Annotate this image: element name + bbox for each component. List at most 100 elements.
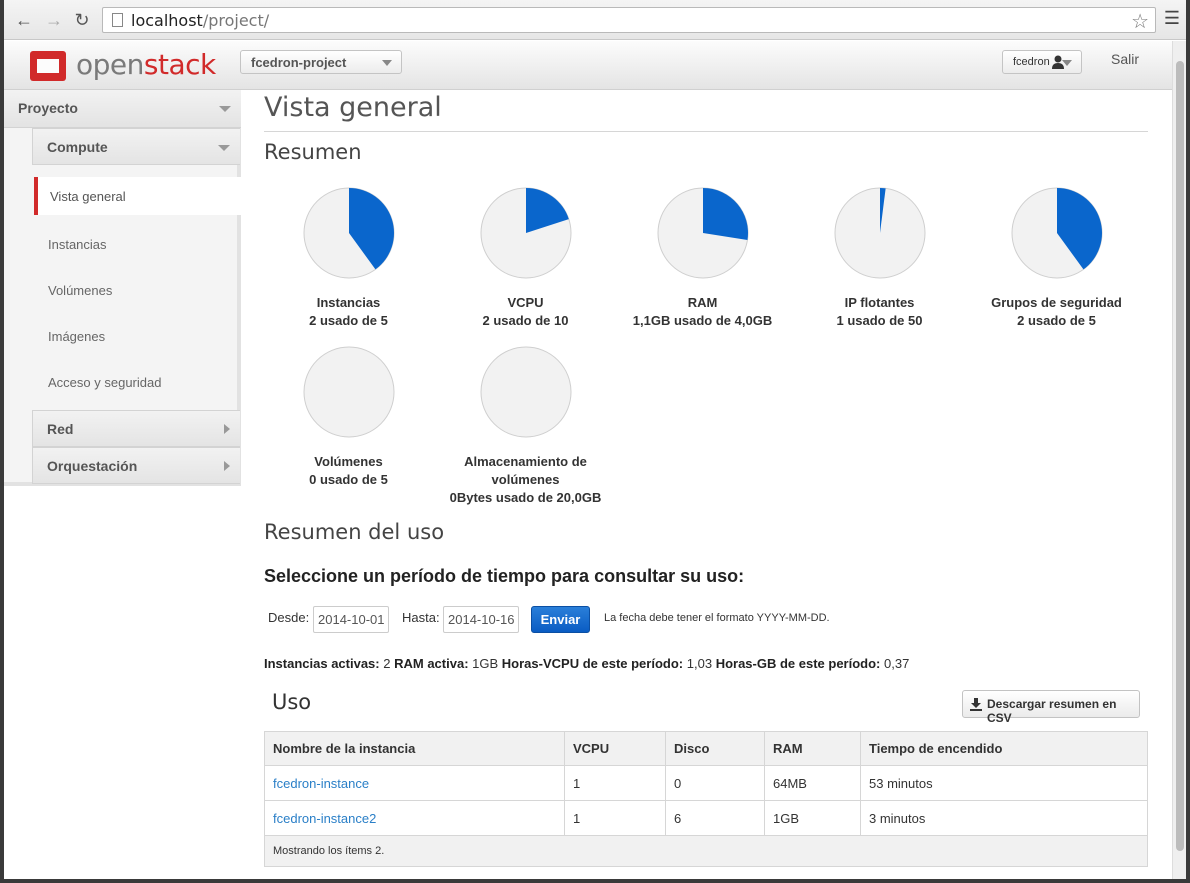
- openstack-logo-icon[interactable]: [30, 51, 66, 81]
- table-cell: 6: [665, 800, 765, 836]
- stat-value: 1GB: [472, 656, 499, 671]
- quota-name: Almacenamiento de volúmenes: [464, 454, 587, 487]
- download-csv-button[interactable]: Descargar resumen en CSV: [962, 690, 1140, 725]
- quota-chart: IP flotantes 1 usado de 50: [791, 186, 968, 330]
- quota-chart: Volúmenes 0 usado de 5: [260, 345, 437, 489]
- page-title: Vista general: [264, 92, 442, 123]
- user-menu[interactable]: fcedron: [1002, 50, 1082, 74]
- table-cell: 1GB: [764, 800, 861, 836]
- openstack-logo-text: openstack: [76, 48, 216, 81]
- page-icon: [112, 13, 123, 27]
- openstack-header: openstack fcedron-project fcedron Salir: [4, 41, 1172, 90]
- quota-label: Volúmenes 0 usado de 5: [260, 453, 437, 489]
- quota-chart: VCPU 2 usado de 10: [437, 186, 614, 330]
- quota-pie: [834, 187, 925, 279]
- stat-value: 2: [383, 656, 391, 671]
- quota-pie: [480, 187, 571, 279]
- usage-summary-title: Resumen del uso: [264, 520, 445, 544]
- quota-label: RAM 1,1GB usado de 4,0GB: [614, 294, 791, 330]
- stat-value: 0,37: [884, 656, 910, 671]
- chevron-right-icon: [224, 461, 230, 471]
- summary-title: Resumen: [264, 140, 362, 164]
- table-footer: Mostrando los ítems 2.: [264, 835, 1148, 867]
- sidebar-item-instancias[interactable]: Instancias: [32, 225, 241, 263]
- table-cell: 53 minutos: [860, 765, 1148, 801]
- quota-chart: RAM 1,1GB usado de 4,0GB: [614, 186, 791, 330]
- date-format-help: La fecha debe tener el formato YYYY-MM-D…: [604, 612, 830, 624]
- pie-used-slice: [702, 188, 748, 241]
- quota-pie: [657, 187, 748, 279]
- stat-label: Horas-VCPU de este período:: [501, 656, 684, 671]
- table-cell: 0: [665, 765, 765, 801]
- stat-label: RAM activa:: [394, 656, 469, 671]
- quota-label: VCPU 2 usado de 10: [437, 294, 614, 330]
- bookmark-star-icon[interactable]: ☆: [1131, 9, 1149, 34]
- browser-menu-icon[interactable]: ☰: [1164, 8, 1180, 29]
- quota-usage: 1,1GB usado de 4,0GB: [632, 313, 773, 328]
- sidebar-subsection-red[interactable]: Red: [32, 410, 240, 447]
- pie-free-slice: [480, 346, 571, 438]
- column-header[interactable]: Tiempo de encendido: [860, 731, 1148, 766]
- sidebar-subsection-compute[interactable]: Compute: [32, 128, 240, 165]
- project-selector[interactable]: fcedron-project: [240, 50, 402, 74]
- url-text: localhost/project/: [131, 11, 270, 30]
- quota-usage: 0 usado de 5: [309, 472, 388, 487]
- address-bar[interactable]: localhost/project/ ☆: [102, 7, 1156, 33]
- column-header[interactable]: RAM: [764, 731, 861, 766]
- column-header[interactable]: Disco: [665, 731, 765, 766]
- sidebar-item-vista-general[interactable]: Vista general: [34, 177, 245, 215]
- quota-name: Grupos de seguridad: [991, 295, 1122, 310]
- project-name: fcedron-project: [251, 55, 347, 70]
- quota-usage: 2 usado de 10: [482, 313, 569, 328]
- column-header[interactable]: VCPU: [564, 731, 666, 766]
- quota-pie: [480, 346, 571, 438]
- quota-chart: Almacenamiento de volúmenes 0Bytes usado …: [437, 345, 614, 507]
- sidebar-item-acceso-seguridad[interactable]: Acceso y seguridad: [32, 363, 241, 401]
- chevron-right-icon: [224, 424, 230, 434]
- stat-value: 1,03: [686, 656, 713, 671]
- user-name: fcedron: [1013, 56, 1050, 68]
- table-footer-row: Mostrando los ítems 2.: [264, 835, 1148, 867]
- quota-usage: 2 usado de 5: [1017, 313, 1096, 328]
- quota-name: Instancias: [316, 295, 381, 310]
- sidebar-subsection-label: Orquestación: [47, 458, 138, 474]
- main-content: Vista general Resumen Instancias 2 usado …: [264, 90, 1148, 879]
- quota-name: IP flotantes: [844, 295, 915, 310]
- sidebar-subsection-label: Compute: [47, 139, 108, 155]
- quota-pie: [1011, 187, 1102, 279]
- table-header-row: Nombre de la instancia VCPU Disco RAM Ti…: [264, 731, 1148, 766]
- sidebar-item-imagenes[interactable]: Imágenes: [32, 317, 241, 355]
- instance-link[interactable]: fcedron-instance: [264, 765, 565, 801]
- sidebar-subsection-label: Red: [47, 421, 74, 437]
- sidebar: Proyecto Compute Vista general Instancia…: [4, 90, 245, 486]
- logout-link[interactable]: Salir: [1111, 51, 1139, 67]
- column-header[interactable]: Nombre de la instancia: [264, 731, 565, 766]
- sidebar-section-label: Proyecto: [18, 100, 78, 116]
- scrollbar[interactable]: [1172, 41, 1186, 879]
- forward-icon[interactable]: →: [42, 8, 66, 32]
- chevron-down-icon: [1062, 60, 1072, 66]
- reload-icon[interactable]: ↻: [70, 8, 94, 32]
- quota-pie: [303, 346, 394, 438]
- table-cell: 3 minutos: [860, 800, 1148, 836]
- quota-usage: 2 usado de 5: [309, 313, 388, 328]
- back-icon[interactable]: ←: [12, 8, 36, 32]
- quota-label: Almacenamiento de volúmenes 0Bytes usado …: [437, 453, 614, 507]
- submit-button[interactable]: Enviar: [531, 606, 590, 633]
- sidebar-subsection-orquestacion[interactable]: Orquestación: [32, 447, 240, 484]
- table-row: fcedron-instance 1 0 64MB 53 minutos: [264, 765, 1148, 801]
- quota-label: IP flotantes 1 usado de 50: [791, 294, 968, 330]
- sidebar-item-volumenes[interactable]: Volúmenes: [32, 271, 241, 309]
- from-date-input[interactable]: [313, 606, 389, 633]
- pie-free-slice: [303, 346, 394, 438]
- quota-name: Volúmenes: [314, 454, 383, 469]
- to-label: Hasta:: [402, 610, 440, 625]
- quota-pie: [303, 187, 394, 279]
- scrollbar-thumb[interactable]: [1176, 61, 1184, 851]
- quota-name: VCPU: [507, 295, 544, 310]
- download-csv-label: Descargar resumen en CSV: [987, 697, 1117, 725]
- usage-table-title: Uso: [272, 690, 312, 714]
- sidebar-section-proyecto[interactable]: Proyecto: [4, 90, 241, 128]
- to-date-input[interactable]: [443, 606, 519, 633]
- instance-link[interactable]: fcedron-instance2: [264, 800, 565, 836]
